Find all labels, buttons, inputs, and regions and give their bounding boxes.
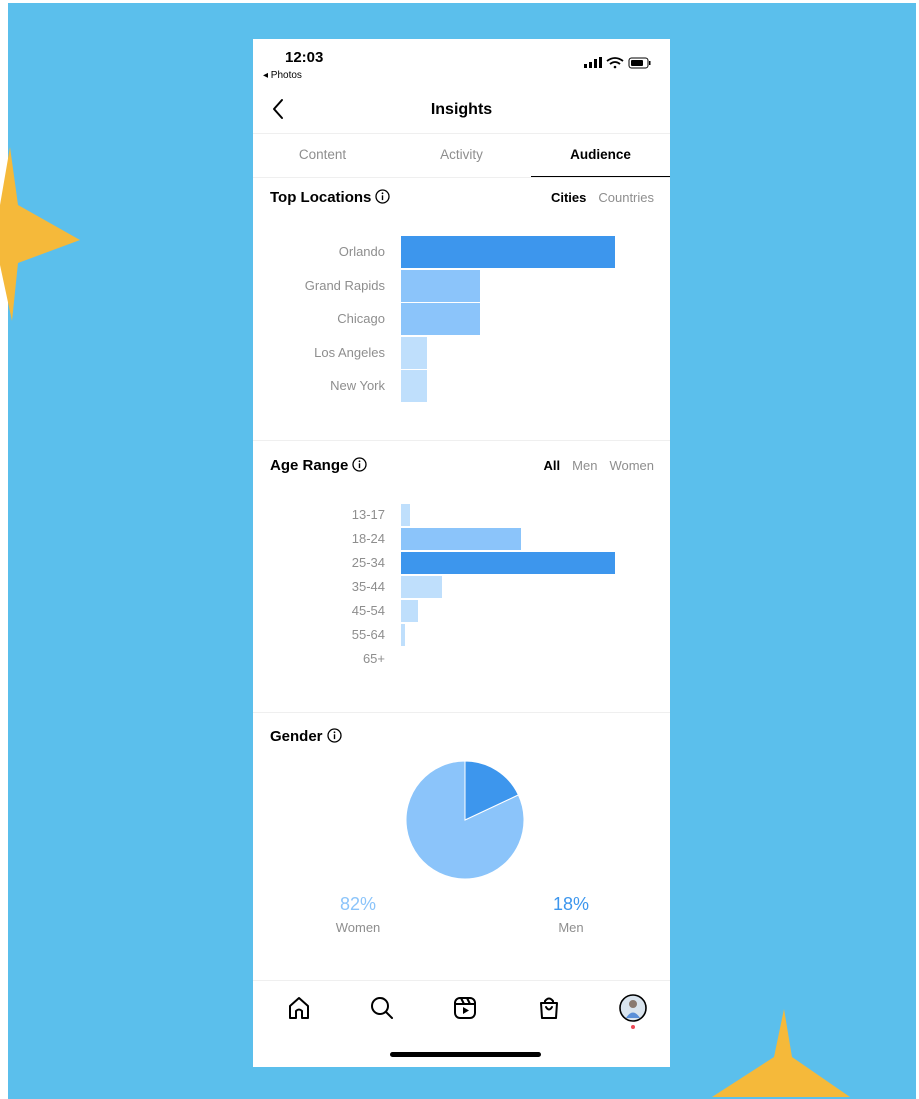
men-label: Men <box>558 920 584 935</box>
age-label: 55-64 <box>351 627 385 642</box>
search-icon[interactable] <box>369 995 395 1021</box>
tab-activity[interactable]: Activity <box>392 134 531 176</box>
tab-audience[interactable]: Audience <box>531 134 670 177</box>
toggle-countries[interactable]: Countries <box>598 190 654 205</box>
age-range-title: Age Range <box>270 457 368 474</box>
status-icons <box>584 56 654 75</box>
age-label: 18-24 <box>351 531 385 546</box>
age-bar <box>401 528 521 550</box>
location-toggle: Cities Countries <box>539 190 654 205</box>
age-bar <box>401 624 406 646</box>
info-icon[interactable] <box>375 189 391 204</box>
gender-pie-chart <box>405 760 525 880</box>
tab-bar: Content Activity Audience <box>253 133 670 178</box>
wifi-icon <box>606 57 624 69</box>
section-divider <box>253 712 670 713</box>
location-label: New York <box>330 378 385 393</box>
location-bar <box>401 370 427 402</box>
age-bar <box>401 504 410 526</box>
phone-screen: 12:03 ◂ Photos Insights Content Activity… <box>253 39 670 1067</box>
reels-icon[interactable] <box>452 995 478 1021</box>
section-divider <box>253 440 670 441</box>
men-percent: 18% <box>552 894 590 914</box>
home-indicator <box>390 1052 541 1057</box>
profile-avatar[interactable] <box>618 993 648 1031</box>
toggle-men[interactable]: Men <box>572 458 597 473</box>
age-bar <box>401 600 419 622</box>
location-bar <box>401 236 615 268</box>
signal-icon <box>584 57 602 68</box>
age-bar <box>401 552 615 574</box>
women-label: Women <box>335 920 381 935</box>
sparkle-right-icon <box>712 1009 850 1097</box>
back-to-app-link[interactable]: ◂ Photos <box>263 70 302 81</box>
location-bar <box>401 269 481 302</box>
home-icon[interactable] <box>286 995 312 1021</box>
sparkle-left-icon <box>0 147 80 321</box>
age-label: 65+ <box>362 651 385 666</box>
age-label: 35-44 <box>351 579 385 594</box>
info-icon[interactable] <box>326 728 342 743</box>
age-label: 45-54 <box>351 603 385 618</box>
gender-title: Gender <box>270 728 342 745</box>
age-label: 13-17 <box>351 507 385 522</box>
location-label: Chicago <box>337 311 385 326</box>
battery-icon <box>628 57 651 69</box>
top-locations-title: Top Locations <box>270 189 391 206</box>
women-percent: 82% <box>339 894 377 914</box>
age-gender-toggle: All Men Women <box>532 458 654 473</box>
location-bar <box>401 336 427 369</box>
shop-icon[interactable] <box>536 995 562 1021</box>
location-label: Grand Rapids <box>304 277 385 293</box>
toggle-women[interactable]: Women <box>609 458 654 473</box>
age-bar <box>401 576 442 598</box>
info-icon[interactable] <box>352 457 368 472</box>
age-label: 25-34 <box>351 555 385 570</box>
location-bar <box>401 303 481 335</box>
page-title: Insights <box>430 101 493 118</box>
tab-content[interactable]: Content <box>253 134 392 176</box>
location-label: Orlando <box>338 244 385 259</box>
bottom-nav <box>253 980 670 1067</box>
location-label: Los Angeles <box>314 344 385 360</box>
toggle-cities[interactable]: Cities <box>551 190 586 205</box>
toggle-all[interactable]: All <box>544 458 561 473</box>
status-time: 12:03 <box>285 49 324 66</box>
